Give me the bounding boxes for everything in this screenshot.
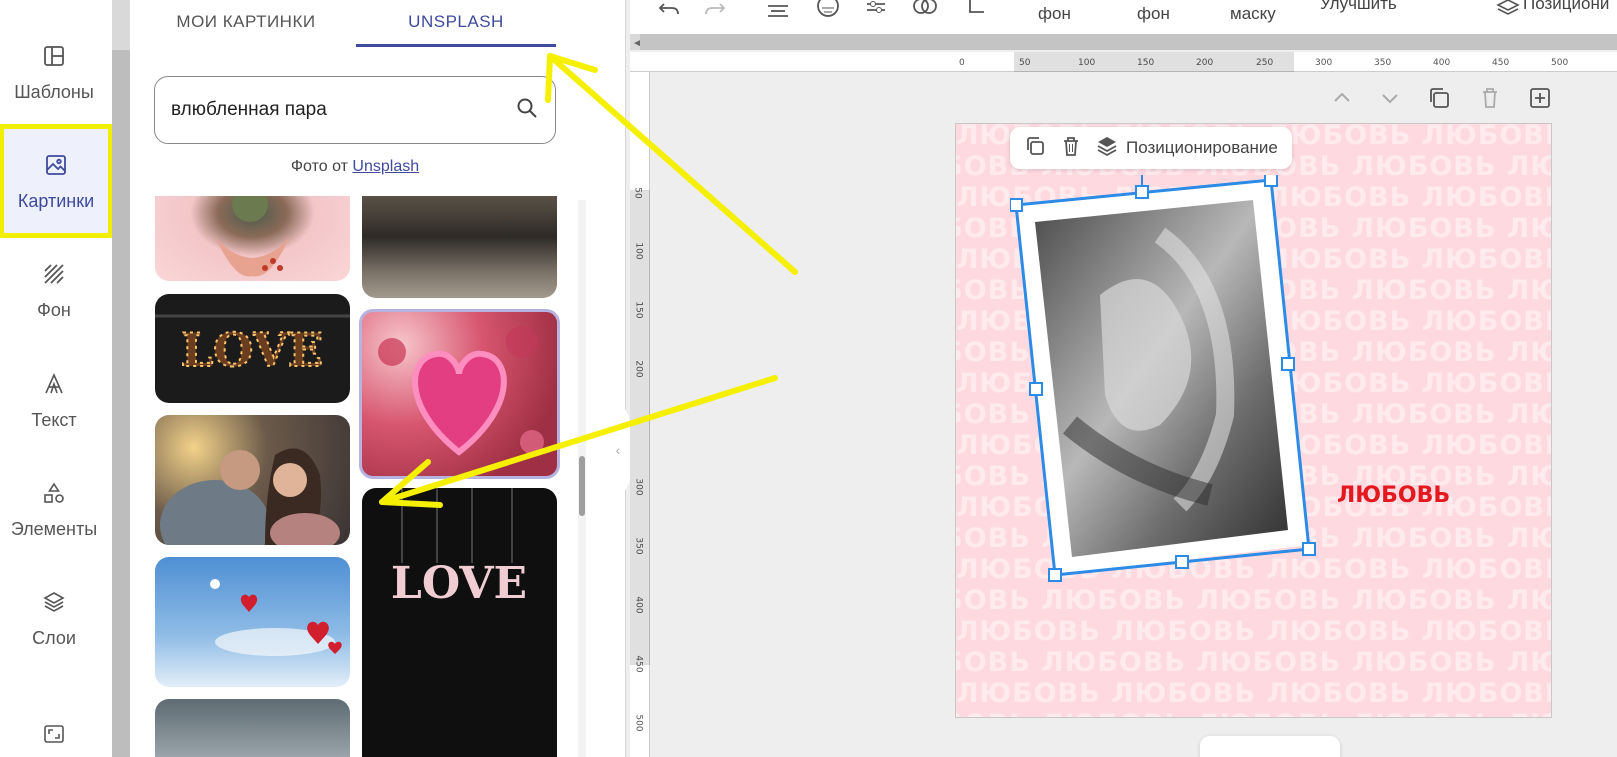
layers-icon[interactable] bbox=[1496, 0, 1520, 18]
vertical-ruler: 50 100 150 200 300 350 400 450 500 bbox=[630, 72, 650, 757]
move-down-icon[interactable] bbox=[1378, 86, 1402, 110]
heart-balloons-photo[interactable] bbox=[155, 557, 350, 687]
template-icon bbox=[40, 42, 68, 70]
positioning-label: Позиционирование bbox=[1126, 138, 1278, 157]
layers-icon bbox=[1096, 135, 1118, 162]
sidebar-item-label: Элементы bbox=[10, 518, 98, 539]
credit-prefix: Фото от bbox=[290, 158, 348, 175]
sidebar-item-resize[interactable] bbox=[0, 690, 108, 757]
align-icon[interactable] bbox=[766, 0, 790, 18]
ruler-label: 400 bbox=[1433, 58, 1451, 68]
move-up-icon[interactable] bbox=[1330, 86, 1354, 110]
images-panel: МОИ КАРТИНКИ UNSPLASH влюбленная пара Фо… bbox=[130, 0, 626, 757]
text-icon bbox=[40, 370, 68, 398]
replace-bg-label[interactable]: фон bbox=[1137, 4, 1170, 24]
pink-heart-photo[interactable] bbox=[359, 309, 560, 479]
ruler-label: 300 bbox=[1315, 58, 1333, 68]
selected-photo[interactable] bbox=[1010, 175, 1330, 595]
opacity-icon[interactable] bbox=[816, 0, 840, 18]
ruler-label: 500 bbox=[633, 714, 644, 732]
remove-bg-label[interactable]: фон bbox=[1038, 4, 1071, 24]
couple-photo[interactable] bbox=[155, 415, 350, 545]
duplicate-icon[interactable] bbox=[1024, 135, 1046, 162]
sidebar-item-label: Слои bbox=[32, 627, 76, 648]
background-word-row: ЛЮБОВЬ ЛЮБОВЬ ЛЮБОВЬ ЛЮБОВЬ ЛЮБОВЬ ЛЮБОВ… bbox=[956, 647, 1551, 678]
element-context-menu: Позиционирование bbox=[1010, 127, 1292, 169]
sidebar-item-background[interactable]: Фон bbox=[0, 240, 108, 340]
tab-unsplash[interactable]: UNSPLASH bbox=[356, 0, 556, 44]
collapse-panel-button[interactable]: ‹ bbox=[606, 400, 630, 500]
search-input[interactable]: влюбленная пара bbox=[154, 76, 556, 144]
ruler-selection bbox=[1014, 52, 1294, 72]
background-word-row: ЛЮБОВЬ ЛЮБОВЬ ЛЮБОВЬ ЛЮБОВЬ ЛЮБОВЬ ЛЮБОВ… bbox=[956, 616, 1552, 647]
sidebar-item-elements[interactable]: Элементы bbox=[0, 459, 108, 559]
crop-icon[interactable] bbox=[964, 0, 988, 18]
horizontal-scrollbar[interactable]: ◀ bbox=[630, 34, 1617, 50]
duplicate-page-icon[interactable] bbox=[1427, 86, 1451, 110]
add-page-icon[interactable] bbox=[1528, 86, 1552, 110]
ruler-label: 0 bbox=[959, 58, 965, 68]
love-marquee-text: LOVE bbox=[181, 323, 323, 377]
editor-app: Шаблоны Картинки Фон Текст Элементы Слои… bbox=[0, 0, 1617, 757]
sidebar-item-label: Текст bbox=[31, 409, 77, 430]
sidebar-item-text[interactable]: Текст bbox=[0, 350, 108, 450]
shapes-icon bbox=[40, 479, 68, 507]
hands-flower-photo[interactable] bbox=[155, 196, 350, 281]
sidebar-item-label: Шаблоны bbox=[14, 81, 94, 102]
positioning-button[interactable]: Позиционирование bbox=[1096, 135, 1278, 162]
grey-sky-photo[interactable] bbox=[155, 699, 350, 757]
horizontal-ruler: 0 50 100 150 200 250 300 350 400 450 500 bbox=[630, 52, 1617, 72]
layers-icon bbox=[40, 588, 68, 616]
blurred-road-photo[interactable] bbox=[362, 196, 557, 298]
ruler-label: 450 bbox=[1492, 58, 1510, 68]
search-value[interactable]: влюбленная пара bbox=[171, 99, 515, 121]
left-sidebar: Шаблоны Картинки Фон Текст Элементы Слои bbox=[0, 0, 113, 757]
unsplash-link[interactable]: Unsplash bbox=[352, 158, 419, 175]
background-word-row: ЛЮБОВЬ ЛЮБОВЬ ЛЮБОВЬ ЛЮБОВЬ ЛЮБОВЬ ЛЮБОВ… bbox=[956, 678, 1552, 709]
undo-icon[interactable] bbox=[658, 0, 682, 18]
background-word-row: ЛЮБОВЬ ЛЮБОВЬ ЛЮБОВЬ ЛЮБОВЬ ЛЮБОВЬ ЛЮБОВ… bbox=[956, 709, 1551, 717]
image-icon bbox=[42, 151, 70, 179]
love-marquee-photo[interactable]: LOVE bbox=[155, 294, 350, 403]
heading-text-love[interactable]: ЛЮБОВЬ bbox=[1337, 483, 1450, 508]
hanging-love-text: LOVE bbox=[391, 558, 527, 609]
scrollbar-thumb[interactable] bbox=[579, 456, 585, 516]
sidebar-item-templates[interactable]: Шаблоны bbox=[0, 22, 108, 122]
zoom-control[interactable] bbox=[1200, 736, 1340, 757]
ruler-label: 500 bbox=[1551, 58, 1569, 68]
redo-icon[interactable] bbox=[702, 0, 726, 18]
sidebar-item-label: Картинки bbox=[17, 190, 95, 211]
delete-page-icon[interactable] bbox=[1478, 86, 1502, 110]
active-tab-indicator bbox=[356, 44, 556, 47]
adjust-icon[interactable] bbox=[864, 0, 888, 18]
chevron-left-icon: ‹ bbox=[615, 442, 621, 458]
top-toolbar: фон фон маску Улучшить Позициони bbox=[630, 0, 1617, 34]
position-label[interactable]: Позициони bbox=[1523, 0, 1609, 14]
photo-credit: Фото от Unsplash bbox=[130, 158, 580, 176]
resize-icon bbox=[40, 720, 68, 748]
images-scrollbar[interactable] bbox=[578, 200, 586, 757]
scrollbar-thumb[interactable] bbox=[640, 34, 1617, 50]
sidebar-scrollbar[interactable] bbox=[112, 0, 130, 757]
mask-label[interactable]: маску bbox=[1230, 4, 1276, 24]
sidebar-item-label: Фон bbox=[37, 299, 71, 320]
sidebar-item-images[interactable]: Картинки bbox=[0, 124, 113, 238]
enhance-label[interactable]: Улучшить bbox=[1320, 0, 1397, 14]
scrollbar-thumb[interactable] bbox=[112, 50, 130, 757]
ruler-label: 350 bbox=[1374, 58, 1392, 68]
ruler-selection bbox=[630, 190, 650, 665]
search-icon[interactable] bbox=[515, 96, 539, 125]
sidebar-item-layers[interactable]: Слои bbox=[0, 568, 108, 668]
hanging-love-photo[interactable]: LOVE bbox=[362, 488, 557, 757]
tab-my-images[interactable]: МОИ КАРТИНКИ bbox=[166, 0, 326, 44]
filters-icon[interactable] bbox=[912, 0, 937, 18]
trash-icon[interactable] bbox=[1060, 135, 1082, 162]
hatch-icon bbox=[40, 260, 68, 288]
